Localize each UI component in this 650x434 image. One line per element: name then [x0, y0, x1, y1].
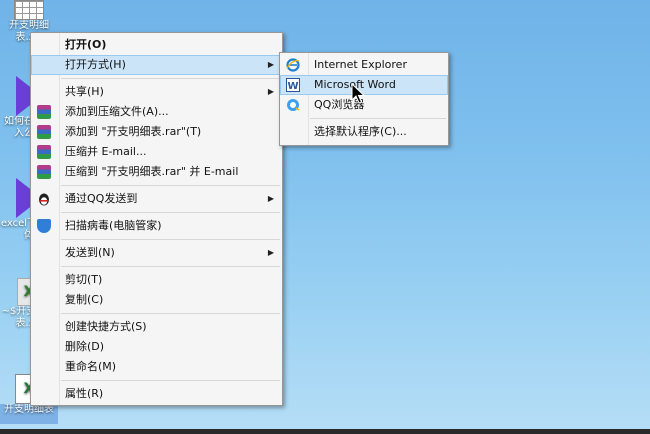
menu-separator	[310, 118, 446, 119]
desktop-icon-label: 开支明细表	[0, 404, 58, 424]
menu-item-open[interactable]: 打开(O)	[31, 35, 282, 55]
menu-item-scan-virus[interactable]: 扫描病毒(电脑管家)	[31, 216, 282, 236]
menu-separator	[61, 212, 280, 213]
menu-separator	[61, 78, 280, 79]
qq-browser-icon	[287, 99, 300, 111]
menu-item-add-archive[interactable]: 添加到压缩文件(A)...	[31, 102, 282, 122]
winrar-icon	[37, 165, 51, 179]
submenu-arrow-icon: ▶	[267, 248, 274, 257]
svg-text:W: W	[287, 81, 298, 92]
submenu-item-internet-explorer[interactable]: Internet Explorer	[280, 55, 448, 75]
qq-penguin-icon	[39, 193, 49, 206]
context-menu: 打开(O) 打开方式(H) ▶ 共享(H) ▶ 添加到压缩文件(A)... 添加…	[30, 32, 283, 406]
menu-item-copy[interactable]: 复制(C)	[31, 290, 282, 310]
menu-separator	[61, 313, 280, 314]
menu-separator	[61, 239, 280, 240]
menu-item-delete[interactable]: 删除(D)	[31, 337, 282, 357]
winrar-icon	[37, 125, 51, 139]
winrar-icon	[37, 105, 51, 119]
menu-separator	[61, 185, 280, 186]
submenu-item-choose-default[interactable]: 选择默认程序(C)...	[280, 122, 448, 142]
menu-separator	[61, 266, 280, 267]
menu-item-properties[interactable]: 属性(R)	[31, 384, 282, 404]
word-icon: W	[286, 78, 300, 92]
menu-item-rename[interactable]: 重命名(M)	[31, 357, 282, 377]
internet-explorer-icon	[286, 58, 300, 72]
menu-item-add-to-rar[interactable]: 添加到 "开支明细表.rar"(T)	[31, 122, 282, 142]
submenu-arrow-icon: ▶	[267, 87, 274, 96]
winrar-icon	[37, 145, 51, 159]
menu-item-create-shortcut[interactable]: 创建快捷方式(S)	[31, 317, 282, 337]
menu-item-cut[interactable]: 剪切(T)	[31, 270, 282, 290]
menu-item-send-qq[interactable]: 通过QQ发送到 ▶	[31, 189, 282, 209]
menu-item-compress-rar-email[interactable]: 压缩到 "开支明细表.rar" 并 E-mail	[31, 162, 282, 182]
menu-item-open-with[interactable]: 打开方式(H) ▶	[31, 55, 282, 75]
menu-item-send-to[interactable]: 发送到(N) ▶	[31, 243, 282, 263]
shield-icon	[37, 219, 51, 233]
submenu-arrow-icon: ▶	[267, 194, 274, 203]
menu-item-share[interactable]: 共享(H) ▶	[31, 82, 282, 102]
menu-item-compress-email[interactable]: 压缩并 E-mail...	[31, 142, 282, 162]
spreadsheet-icon	[14, 0, 44, 20]
submenu-arrow-icon: ▶	[267, 60, 274, 69]
mouse-cursor-icon	[351, 83, 365, 104]
menu-separator	[61, 380, 280, 381]
taskbar-edge	[0, 429, 650, 434]
